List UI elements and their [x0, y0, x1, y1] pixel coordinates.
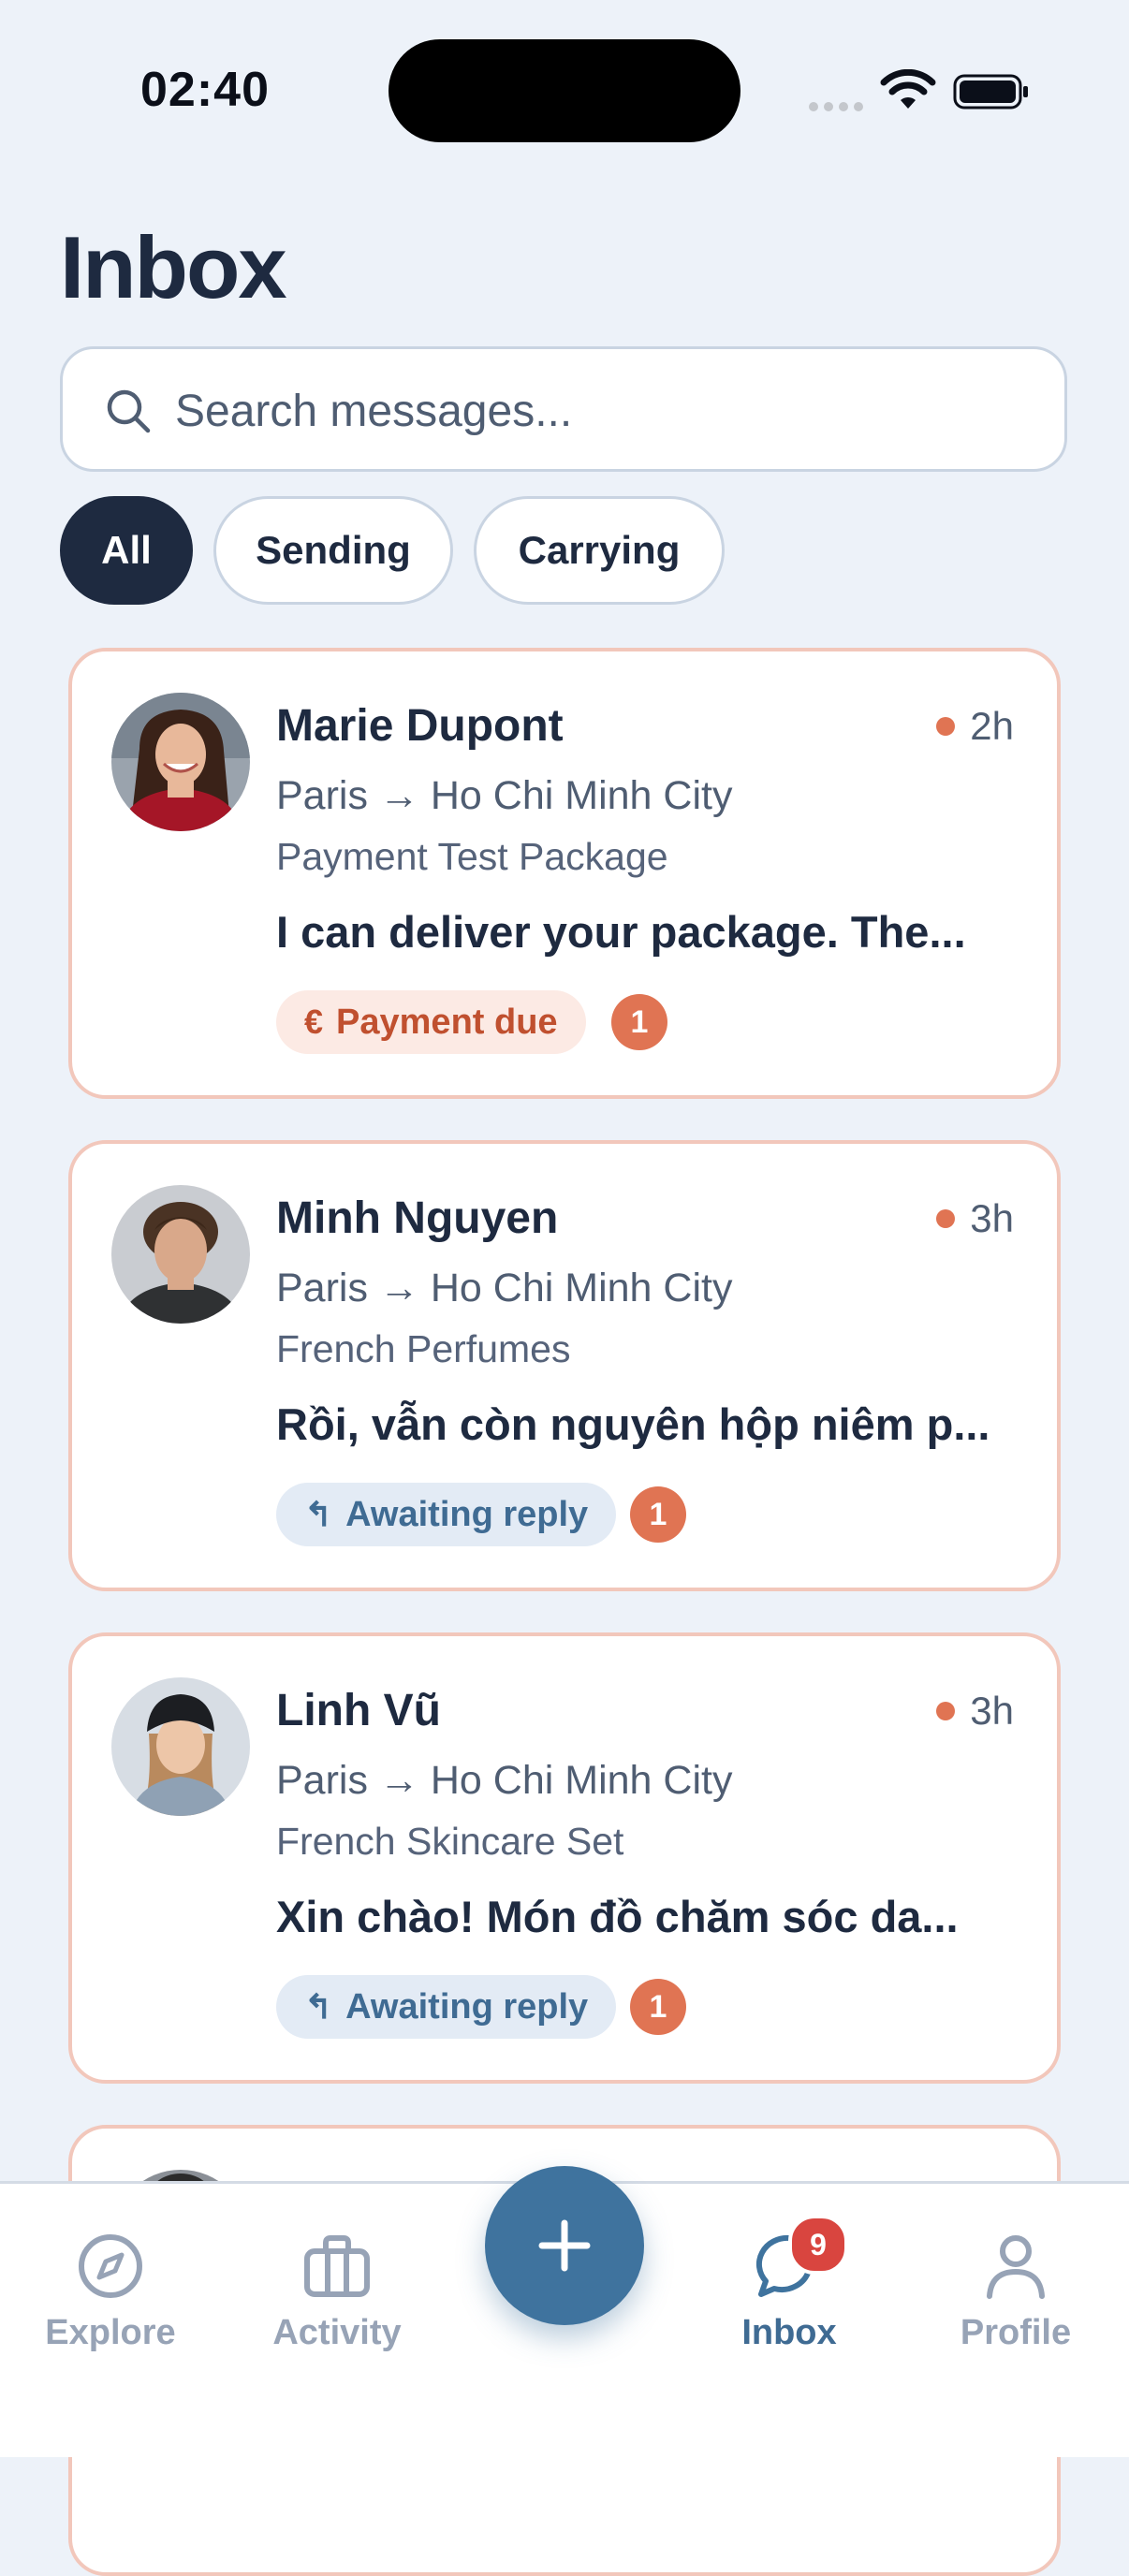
- tab-activity[interactable]: Activity: [234, 2184, 440, 2371]
- sender-name: Minh Nguyen: [276, 1193, 559, 1243]
- trip-route: Paris → Ho Chi Minh City: [276, 1266, 733, 1310]
- package-name: French Skincare Set: [276, 1820, 624, 1863]
- inbox-unread-badge: 9: [788, 2215, 848, 2275]
- briefcase-icon: [304, 2235, 370, 2297]
- person-icon: [987, 2235, 1045, 2299]
- tab-explore[interactable]: Explore: [7, 2184, 213, 2371]
- conversation-card[interactable]: Linh Vũ 3h Paris → Ho Chi Minh City Fren…: [68, 1632, 1061, 2084]
- tab-label: Inbox: [741, 2313, 837, 2352]
- message-preview: Xin chào! Món đồ chăm sóc da...: [276, 1892, 959, 1941]
- conversation-card[interactable]: Minh Nguyen 3h Paris → Ho Chi Minh City …: [68, 1140, 1061, 1591]
- time-label: 2h: [970, 704, 1014, 748]
- time-label: 3h: [970, 1196, 1014, 1240]
- status-label: Payment due: [336, 1002, 558, 1042]
- message-time: 2h: [936, 704, 1014, 749]
- time-label: 3h: [970, 1689, 1014, 1733]
- message-preview: Rồi, vẫn còn nguyên hộp niêm p...: [276, 1399, 990, 1449]
- search-icon: [107, 389, 151, 433]
- trip-route: Paris → Ho Chi Minh City: [276, 773, 733, 818]
- page-title: Inbox: [60, 218, 287, 316]
- status-label: Awaiting reply: [345, 1986, 589, 2027]
- status-bar: 02:40: [0, 0, 1129, 187]
- conversation-card[interactable]: Marie Dupont 2h Paris → Ho Chi Minh City…: [68, 648, 1061, 1099]
- unread-dot: [936, 1209, 956, 1228]
- unread-count-badge: 1: [611, 994, 667, 1050]
- filter-chip-all[interactable]: All: [60, 496, 193, 605]
- message-time: 3h: [936, 1689, 1014, 1734]
- reply-icon: ↰: [304, 1987, 333, 2026]
- sender-name: Marie Dupont: [276, 701, 564, 751]
- status-label: Awaiting reply: [345, 1494, 589, 1534]
- package-name: French Perfumes: [276, 1327, 571, 1370]
- sender-name: Linh Vũ: [276, 1686, 441, 1735]
- unread-count-badge: 1: [630, 1486, 686, 1543]
- filter-chip-carrying[interactable]: Carrying: [474, 496, 725, 605]
- filter-chip-sending[interactable]: Sending: [213, 496, 453, 605]
- tab-profile[interactable]: Profile: [913, 2184, 1119, 2371]
- unread-dot: [936, 717, 956, 736]
- tab-inbox[interactable]: Inbox: [686, 2184, 892, 2371]
- message-time: 3h: [936, 1196, 1014, 1241]
- tab-label: Profile: [960, 2313, 1072, 2352]
- status-badge: ↰ Awaiting reply: [276, 1975, 617, 2039]
- trip-route: Paris → Ho Chi Minh City: [276, 1758, 733, 1803]
- status-badge: € Payment due: [276, 990, 586, 1054]
- wifi-icon: [880, 69, 936, 109]
- tab-label: Explore: [45, 2313, 176, 2352]
- status-badge: ↰ Awaiting reply: [276, 1483, 617, 1546]
- search-box[interactable]: [60, 346, 1067, 472]
- dynamic-island: [389, 39, 740, 142]
- avatar: [111, 693, 250, 831]
- compass-icon: [79, 2234, 142, 2298]
- search-input[interactable]: [173, 368, 1019, 454]
- unread-count-badge: 1: [630, 1979, 686, 2035]
- battery-icon: [953, 74, 1028, 110]
- status-time: 02:40: [140, 63, 270, 117]
- avatar: [111, 1677, 250, 1816]
- message-preview: I can deliver your package. The...: [276, 907, 966, 957]
- cellular-signal-icon: [809, 99, 869, 116]
- avatar: [111, 1185, 250, 1324]
- unread-dot: [936, 1702, 956, 1720]
- create-button[interactable]: [485, 2166, 644, 2325]
- reply-icon: ↰: [304, 1495, 333, 1533]
- package-name: Payment Test Package: [276, 835, 668, 878]
- plus-icon: [538, 2219, 591, 2272]
- euro-icon: €: [304, 1003, 324, 1041]
- tab-label: Activity: [272, 2313, 402, 2352]
